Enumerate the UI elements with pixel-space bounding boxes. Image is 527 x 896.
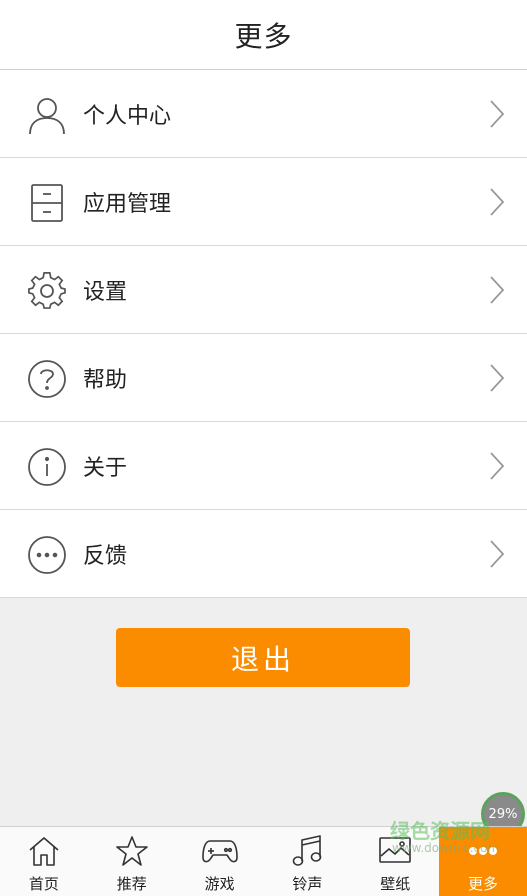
logout-button[interactable]: 退出 bbox=[116, 628, 410, 687]
tab-more[interactable]: 更多 bbox=[439, 827, 527, 896]
page-title: 更多 bbox=[234, 19, 293, 53]
chevron-right-icon bbox=[490, 452, 505, 480]
menu-item-settings[interactable]: 设置 bbox=[0, 246, 527, 334]
tab-label: 推荐 bbox=[116, 875, 147, 893]
header-bar: 更多 bbox=[0, 0, 527, 70]
menu-item-label: 个人中心 bbox=[83, 103, 172, 129]
music-icon bbox=[289, 834, 325, 868]
tab-games[interactable]: 游戏 bbox=[176, 827, 264, 896]
home-icon bbox=[26, 834, 62, 868]
chevron-right-icon bbox=[490, 540, 505, 568]
menu-item-about[interactable]: 关于 bbox=[0, 422, 527, 510]
bottom-tab-bar: 首页 推荐 游戏 铃声 壁纸 更多 bbox=[0, 826, 527, 896]
chevron-right-icon bbox=[490, 364, 505, 392]
chevron-right-icon bbox=[490, 188, 505, 216]
help-icon bbox=[26, 358, 68, 400]
menu-list: 个人中心 应用管理 设置 帮助 关于 反馈 bbox=[0, 70, 527, 598]
tab-home[interactable]: 首页 bbox=[0, 827, 88, 896]
chevron-right-icon bbox=[490, 276, 505, 304]
chevron-right-icon bbox=[490, 100, 505, 128]
menu-item-label: 设置 bbox=[83, 279, 128, 305]
more-icon bbox=[465, 834, 501, 868]
user-icon bbox=[26, 94, 68, 136]
menu-item-help[interactable]: 帮助 bbox=[0, 334, 527, 422]
tab-label: 壁纸 bbox=[380, 875, 411, 893]
menu-item-feedback[interactable]: 反馈 bbox=[0, 510, 527, 598]
tab-label: 游戏 bbox=[204, 875, 235, 893]
tab-label: 更多 bbox=[468, 875, 499, 893]
more-dots-icon bbox=[26, 534, 68, 576]
wallpaper-icon bbox=[377, 834, 413, 868]
menu-item-label: 帮助 bbox=[83, 367, 128, 393]
screen: 更多 个人中心 应用管理 设置 帮助 关于 反馈 退出 29% 首页 推荐 游戏… bbox=[0, 0, 527, 896]
info-icon bbox=[26, 446, 68, 488]
tab-ringtones[interactable]: 铃声 bbox=[263, 827, 351, 896]
menu-item-label: 反馈 bbox=[83, 543, 128, 569]
tab-label: 铃声 bbox=[292, 875, 323, 893]
menu-item-label: 应用管理 bbox=[83, 191, 172, 217]
gamepad-icon bbox=[201, 834, 238, 868]
cabinet-icon bbox=[26, 182, 68, 224]
menu-item-profile[interactable]: 个人中心 bbox=[0, 70, 527, 158]
tab-label: 首页 bbox=[28, 875, 59, 893]
tab-recommend[interactable]: 推荐 bbox=[88, 827, 176, 896]
menu-item-app-management[interactable]: 应用管理 bbox=[0, 158, 527, 246]
star-icon bbox=[114, 834, 150, 868]
menu-item-label: 关于 bbox=[83, 455, 128, 481]
tab-wallpapers[interactable]: 壁纸 bbox=[351, 827, 439, 896]
gear-icon bbox=[26, 270, 68, 312]
